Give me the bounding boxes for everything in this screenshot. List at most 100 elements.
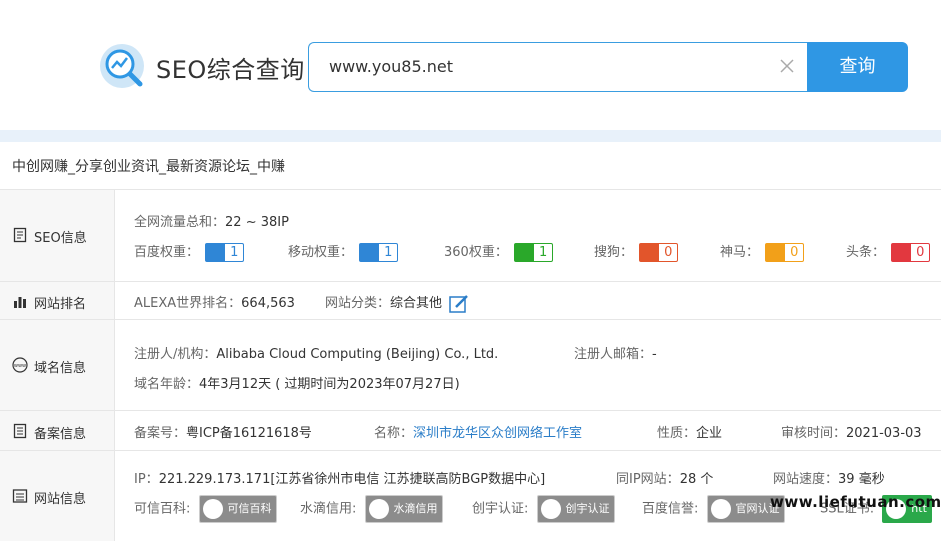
icp-number: 备案号：粤ICP备16121618号 bbox=[134, 422, 312, 441]
alexa-value: 664,563 bbox=[241, 296, 295, 311]
search-button[interactable]: 查询 bbox=[807, 42, 908, 92]
category-label: 网站分类： bbox=[325, 296, 391, 311]
toutiao-weight-value: 0 bbox=[916, 245, 925, 260]
baidu-credit-label: 百度信誉: bbox=[642, 501, 699, 517]
icp-type: 性质：企业 bbox=[657, 422, 722, 441]
icp-row-head: 备案信息 bbox=[0, 411, 115, 450]
search-input[interactable]: www.you85.net bbox=[308, 42, 808, 92]
chuangyu-cert[interactable]: 创宇认证: 创宇认证 bbox=[472, 495, 615, 523]
kexin-label: 可信百科: bbox=[134, 501, 191, 517]
shenma-weight[interactable]: 神马： 0 bbox=[720, 241, 805, 262]
age-value: 4年3月12天 ( 过期时间为2023年07月27日) bbox=[199, 377, 460, 392]
icp-date-label: 审核时间： bbox=[781, 426, 847, 441]
ip-info: IP：221.229.173.171[江苏省徐州市电信 江苏捷联高防BGP数据中… bbox=[134, 468, 545, 487]
email-value: - bbox=[652, 347, 657, 362]
same-ip-value: 28 个 bbox=[679, 472, 714, 487]
sogou-weight[interactable]: 搜狗： 0 bbox=[594, 241, 679, 262]
baidu-paw-icon bbox=[710, 499, 731, 519]
mobile-weight[interactable]: 移动权重： 1 bbox=[288, 241, 399, 262]
sogou-weight-badge[interactable]: 0 bbox=[639, 243, 679, 262]
seo-row-head: SEO信息 bbox=[0, 190, 115, 281]
ip-value: 221.229.173.171[江苏省徐州市电信 江苏捷联高防BGP数据中心] bbox=[158, 472, 546, 487]
list-icon bbox=[12, 489, 28, 503]
chuangyu-badge-text: 创宇认证 bbox=[565, 502, 610, 515]
svg-text:www: www bbox=[14, 363, 26, 369]
siteinfo-row-head: 网站信息 bbox=[0, 451, 115, 541]
360-weight-value: 1 bbox=[538, 245, 548, 260]
baidu-paw-icon bbox=[206, 244, 226, 261]
shuidi-badge[interactable]: 水滴信用 bbox=[364, 495, 443, 523]
kexin-icon bbox=[202, 499, 223, 519]
same-ip-label: 同IP网站： bbox=[616, 472, 680, 487]
icp-row-label: 备案信息 bbox=[34, 427, 87, 442]
mobile-weight-label: 移动权重： bbox=[288, 245, 354, 260]
shenma-icon bbox=[766, 244, 786, 261]
clear-icon[interactable] bbox=[776, 55, 798, 77]
same-ip-sites[interactable]: 同IP网站：28 个 bbox=[616, 468, 713, 487]
icp-name-link[interactable]: 深圳市龙华区众创网络工作室 bbox=[413, 426, 582, 441]
info-table: SEO信息 全网流量总和：22 ~ 38IP 百度权重： 1 移动权重： 1 3… bbox=[0, 189, 941, 541]
alexa-rank: ALEXA世界排名：664,563 bbox=[134, 292, 295, 311]
site-category: 网站分类：综合其他 bbox=[325, 292, 469, 313]
shenma-weight-badge[interactable]: 0 bbox=[765, 243, 805, 262]
site-speed: 网站速度：39 毫秒 bbox=[773, 468, 885, 487]
ip-label: IP： bbox=[134, 472, 159, 487]
seo-row: SEO信息 全网流量总和：22 ~ 38IP 百度权重： 1 移动权重： 1 3… bbox=[0, 190, 941, 282]
domain-age: 域名年龄：4年3月12天 ( 过期时间为2023年07月27日) bbox=[134, 373, 460, 392]
brand-title: SEO综合查询 bbox=[156, 56, 305, 84]
rank-row-head: 网站排名 bbox=[0, 282, 115, 319]
registrant: 注册人/机构：Alibaba Cloud Computing (Beijing)… bbox=[134, 343, 498, 362]
traffic-label: 全网流量总和： bbox=[134, 215, 226, 230]
icp-date: 审核时间：2021-03-03 bbox=[781, 422, 922, 441]
siteinfo-row-label: 网站信息 bbox=[34, 492, 87, 507]
icp-number-label: 备案号： bbox=[134, 426, 187, 441]
360-weight[interactable]: 360权重： 1 bbox=[444, 241, 554, 262]
kexin-badge-text: 可信百科 bbox=[227, 502, 272, 515]
watermark: www.liefutuan.com bbox=[770, 493, 941, 511]
baidu-weight-value: 1 bbox=[230, 245, 239, 260]
baidu-weight[interactable]: 百度权重： 1 bbox=[134, 241, 245, 262]
kexin-cert[interactable]: 可信百科: 可信百科 bbox=[134, 495, 277, 523]
sogou-weight-label: 搜狗： bbox=[594, 245, 634, 260]
domain-row: www 域名信息 注册人/机构：Alibaba Cloud Computing … bbox=[0, 320, 941, 411]
record-icon bbox=[13, 423, 27, 439]
baidu-credit[interactable]: 百度信誉: 官网认证 bbox=[642, 495, 785, 523]
traffic-value: 22 ~ 38IP bbox=[225, 215, 289, 230]
shield-check-icon bbox=[540, 499, 561, 519]
icp-name: 名称：深圳市龙华区众创网络工作室 bbox=[374, 422, 582, 441]
speed-value: 39 毫秒 bbox=[838, 472, 885, 487]
mobile-weight-value: 1 bbox=[384, 245, 393, 260]
edit-icon[interactable] bbox=[449, 294, 469, 313]
bar-chart-icon bbox=[14, 297, 26, 308]
toutiao-weight[interactable]: 头条： 0 bbox=[846, 241, 931, 262]
icp-row: 备案信息 备案号：粤ICP备16121618号 名称：深圳市龙华区众创网络工作室… bbox=[0, 411, 941, 451]
divider bbox=[0, 130, 941, 142]
rank-row-label: 网站排名 bbox=[34, 297, 87, 312]
icp-type-value: 企业 bbox=[696, 426, 723, 441]
document-icon bbox=[13, 227, 27, 243]
shuidi-badge-text: 水滴信用 bbox=[393, 502, 438, 515]
site-title: 中创网赚_分享创业资讯_最新资源论坛_中赚 bbox=[12, 159, 285, 175]
shenma-weight-label: 神马： bbox=[720, 245, 760, 260]
toutiao-weight-badge[interactable]: 0 bbox=[891, 243, 931, 262]
shuidi-label: 水滴信用: bbox=[300, 501, 357, 517]
360-icon bbox=[514, 244, 534, 261]
360-weight-label: 360权重： bbox=[444, 245, 508, 260]
alexa-label: ALEXA世界排名： bbox=[134, 296, 242, 311]
registrant-value: Alibaba Cloud Computing (Beijing) Co., L… bbox=[216, 347, 499, 362]
sogou-weight-value: 0 bbox=[664, 245, 673, 260]
sogou-icon bbox=[640, 244, 660, 261]
360-weight-badge[interactable]: 1 bbox=[513, 243, 554, 262]
shuidi-cert[interactable]: 水滴信用: 水滴信用 bbox=[300, 495, 443, 523]
icp-name-label: 名称： bbox=[374, 426, 414, 441]
mobile-weight-badge[interactable]: 1 bbox=[359, 243, 399, 262]
baidu-weight-badge[interactable]: 1 bbox=[205, 243, 245, 262]
chuangyu-badge[interactable]: 创宇认证 bbox=[536, 495, 615, 523]
domain-row-label: 域名信息 bbox=[34, 361, 87, 376]
search-input-value[interactable]: www.you85.net bbox=[329, 57, 453, 76]
baidu-weight-label: 百度权重： bbox=[134, 245, 200, 260]
kexin-badge[interactable]: 可信百科 bbox=[198, 495, 277, 523]
icp-type-label: 性质： bbox=[657, 426, 697, 441]
email-label: 注册人邮箱： bbox=[574, 347, 653, 362]
speed-label: 网站速度： bbox=[773, 472, 839, 487]
